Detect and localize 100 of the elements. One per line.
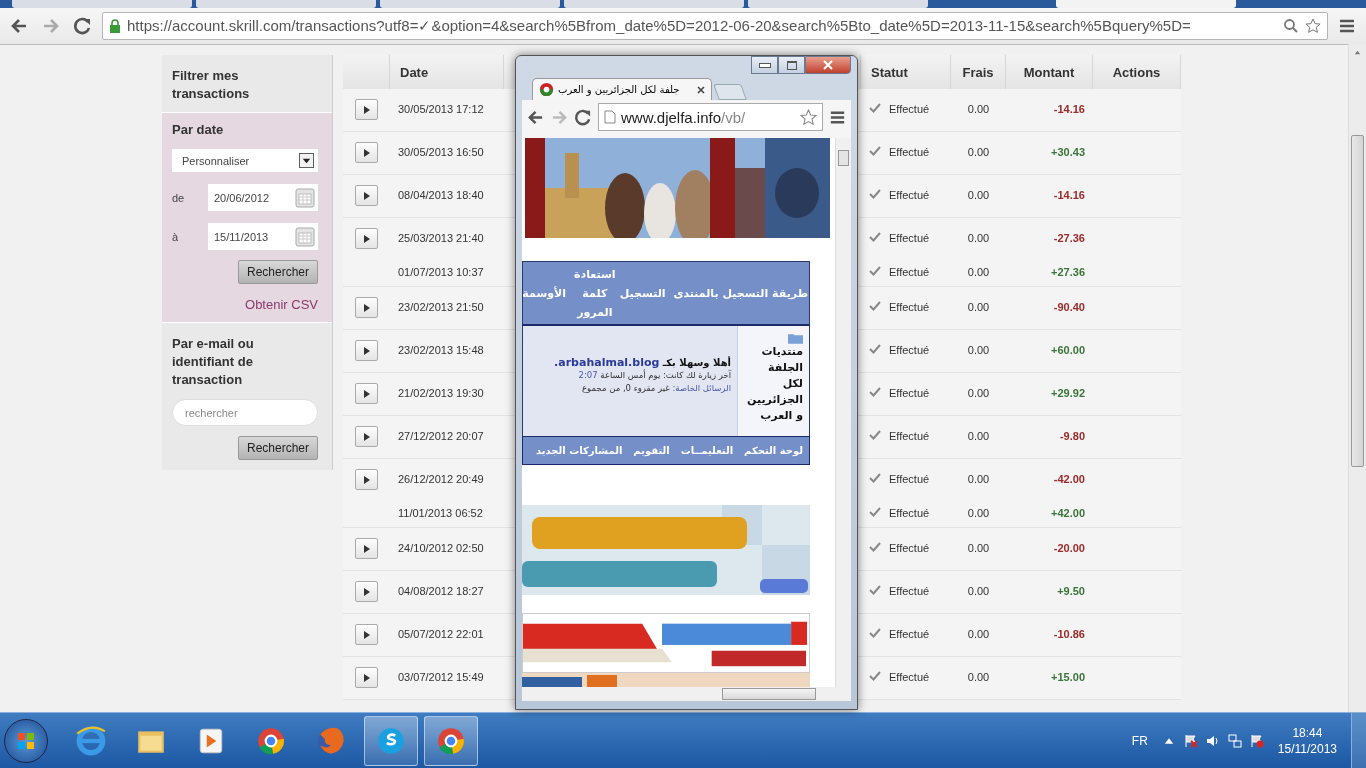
amount-cell: +29.92 bbox=[1051, 387, 1085, 399]
search-icon[interactable] bbox=[1283, 18, 1299, 34]
speaker-icon[interactable] bbox=[1205, 733, 1220, 748]
amount-cell: -9.80 bbox=[1059, 430, 1085, 442]
check-icon bbox=[869, 266, 881, 276]
status-text: Effectué bbox=[889, 387, 930, 399]
scroll-up-arrow-icon[interactable] bbox=[1353, 48, 1362, 57]
date-cell-text: 30/05/2013 16:50 bbox=[397, 145, 485, 160]
status-text: Effectué bbox=[889, 671, 930, 683]
close-button[interactable] bbox=[805, 56, 851, 74]
scrollbar[interactable] bbox=[835, 138, 851, 687]
expand-button[interactable] bbox=[355, 297, 378, 318]
scrollbar[interactable] bbox=[522, 687, 851, 701]
amount-cell: -42.00 bbox=[1053, 473, 1085, 485]
clock[interactable]: 18:44 15/11/2013 bbox=[1277, 724, 1337, 757]
expand-button[interactable] bbox=[355, 426, 378, 447]
start-button[interactable] bbox=[4, 718, 48, 763]
amount-cell: -90.40 bbox=[1053, 301, 1085, 313]
star-icon[interactable] bbox=[800, 108, 817, 126]
check-icon bbox=[869, 387, 881, 397]
expand-button[interactable] bbox=[355, 667, 378, 688]
amount-cell: +60.00 bbox=[1051, 344, 1085, 356]
four-squares-icon bbox=[16, 730, 36, 751]
column-header[interactable]: Montant bbox=[1006, 55, 1093, 89]
expand-button[interactable] bbox=[355, 469, 378, 490]
folder-icon bbox=[788, 332, 803, 344]
fee-cell: 0.00 bbox=[967, 542, 990, 554]
browser-tab[interactable]: جلفة لكل الجزائريين و العرب bbox=[532, 78, 712, 100]
search-button[interactable]: Rechercher bbox=[237, 436, 318, 460]
column-header bbox=[343, 55, 390, 89]
amount-cell: +27.36 bbox=[1051, 266, 1085, 278]
round-logo-icon[interactable] bbox=[424, 715, 478, 766]
check-icon bbox=[869, 146, 881, 156]
status-text: Effectué bbox=[889, 146, 930, 158]
column-header[interactable]: Actions bbox=[1093, 55, 1181, 89]
expand-button[interactable] bbox=[355, 185, 378, 206]
tab-title: جلفة لكل الجزائريين و العرب bbox=[558, 84, 681, 95]
amount-cell: -10.86 bbox=[1053, 628, 1085, 640]
fee-cell: 0.00 bbox=[967, 430, 990, 442]
expand-button[interactable] bbox=[355, 228, 378, 249]
date-field[interactable]: 15/11/2013 bbox=[208, 223, 318, 250]
column-header[interactable]: Statut bbox=[861, 55, 951, 89]
expand-button[interactable] bbox=[355, 538, 378, 559]
column-header[interactable]: Date bbox=[390, 55, 504, 89]
date-cell-text: 23/02/2013 15:48 bbox=[397, 343, 485, 358]
check-icon bbox=[869, 103, 881, 113]
date-cell-text: 04/08/2012 18:27 bbox=[397, 584, 485, 599]
fee-cell: 0.00 bbox=[967, 473, 990, 485]
star-icon[interactable] bbox=[1305, 18, 1321, 34]
close-icon bbox=[823, 60, 833, 70]
fee-cell: 0.00 bbox=[967, 585, 990, 597]
status-text: Effectué bbox=[889, 542, 930, 554]
csv-link[interactable]: Obtenir CSV bbox=[245, 297, 318, 312]
check-icon bbox=[869, 671, 881, 681]
fee-cell: 0.00 bbox=[967, 189, 990, 201]
close-tab-icon[interactable] bbox=[697, 85, 705, 94]
expand-button[interactable] bbox=[355, 340, 378, 361]
flag-icon[interactable] bbox=[1249, 733, 1264, 748]
amount-cell: -20.00 bbox=[1053, 542, 1085, 554]
date-field[interactable]: 20/06/2012 bbox=[208, 184, 318, 211]
fee-cell: 0.00 bbox=[967, 301, 990, 313]
maximize-button[interactable] bbox=[778, 56, 805, 74]
search-field[interactable]: rechercher bbox=[172, 399, 318, 426]
expand-button[interactable] bbox=[355, 142, 378, 163]
date-cell-text: 21/02/2013 19:30 bbox=[397, 386, 485, 401]
scrollbar[interactable] bbox=[1348, 44, 1366, 712]
date-cell-text: 25/03/2013 21:40 bbox=[397, 231, 485, 246]
username-link[interactable]: arbahalmal.blog. bbox=[554, 356, 660, 369]
address-bar[interactable]: www.djelfa.info/vb/ bbox=[598, 103, 823, 131]
site-logo-icon bbox=[539, 82, 554, 97]
fee-cell: 0.00 bbox=[967, 387, 990, 399]
chat-app-icon[interactable] bbox=[364, 715, 418, 766]
column-header[interactable]: Frais bbox=[951, 55, 1006, 89]
address-bar[interactable]: https://account.skrill.com/transactions?utf8=✓&option=4&search%5Bfrom_date%5D=2012-06-20&search%5Bto_date%5D=2013-11-15&search%5Bquery%5D= bbox=[102, 12, 1328, 40]
check-icon bbox=[869, 585, 881, 595]
amount-cell: +42.00 bbox=[1051, 507, 1085, 519]
language-indicator[interactable]: FR bbox=[1131, 733, 1148, 748]
reload-icon[interactable] bbox=[574, 107, 593, 127]
fee-cell: 0.00 bbox=[967, 266, 990, 278]
search-button[interactable]: Rechercher bbox=[237, 260, 318, 284]
url-text: https://account.skrill.com/transactions?utf8=✓&option=4&search%5Bfrom_date%5D=2012-06-20&search%5Bto_date%5D=2013-11-15&search%5Bquery%5D= bbox=[127, 17, 1192, 35]
network-icon[interactable] bbox=[1227, 733, 1242, 748]
amount-cell: -27.36 bbox=[1053, 232, 1085, 244]
expand-button[interactable] bbox=[355, 624, 378, 645]
status-text: Effectué bbox=[889, 189, 930, 201]
flag-icon[interactable] bbox=[1183, 733, 1198, 748]
expand-button[interactable] bbox=[355, 383, 378, 404]
lock-icon bbox=[109, 19, 121, 33]
status-text: Effectué bbox=[889, 301, 930, 313]
expand-button[interactable] bbox=[355, 99, 378, 120]
date-cell-text: 03/07/2012 15:49 bbox=[397, 670, 485, 685]
field-label: à bbox=[172, 230, 180, 243]
minimize-button[interactable] bbox=[751, 56, 778, 74]
status-text: Effectué bbox=[889, 473, 930, 485]
status-text: Effectué bbox=[889, 344, 930, 356]
amount-cell: +9.50 bbox=[1057, 585, 1085, 597]
url-text: www.djelfa.info/vb/ bbox=[621, 108, 747, 126]
period-dropdown[interactable]: Personnaliser bbox=[172, 149, 318, 172]
expand-button[interactable] bbox=[355, 581, 378, 602]
page-icon bbox=[604, 110, 616, 124]
